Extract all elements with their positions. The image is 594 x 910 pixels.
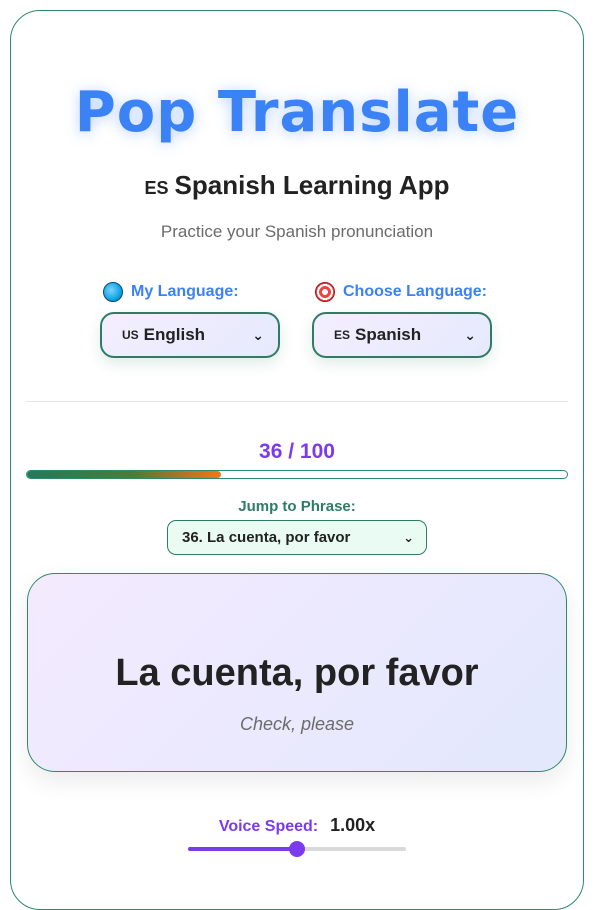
voice-speed-slider[interactable]	[188, 841, 406, 857]
globe-icon	[103, 282, 123, 302]
us-flag-icon: US	[122, 328, 139, 342]
app-subtitle: ES Spanish Learning App	[0, 170, 594, 201]
my-language-select[interactable]: US English ⌄	[100, 312, 280, 358]
divider	[26, 401, 568, 402]
my-language-label-text: My Language:	[131, 283, 239, 300]
jump-to-phrase-value: 36. La cuenta, por favor	[182, 529, 351, 546]
target-icon	[315, 282, 335, 302]
my-language-label: My Language:	[103, 282, 239, 302]
voice-speed-slider-thumb[interactable]	[289, 841, 305, 857]
chevron-down-icon: ⌄	[403, 529, 414, 545]
chevron-down-icon: ⌄	[464, 326, 476, 343]
jump-to-phrase-label: Jump to Phrase:	[238, 498, 356, 515]
spain-flag-icon: ES	[144, 178, 169, 198]
spain-flag-icon: ES	[334, 328, 351, 342]
progress-bar-fill	[27, 471, 222, 478]
jump-to-phrase-select[interactable]: 36. La cuenta, por favor ⌄	[167, 520, 427, 555]
choose-language-label: Choose Language:	[315, 282, 487, 302]
voice-speed-value: 1.00x	[330, 815, 376, 835]
tagline: Practice your Spanish pronunciation	[160, 222, 434, 241]
phrase-text: La cuenta, por favor	[115, 652, 479, 694]
phrase-translation: Check, please	[239, 714, 355, 734]
my-language-value: English	[143, 325, 206, 344]
progress-bar	[26, 470, 568, 479]
subtitle-text: Spanish Learning App	[174, 170, 450, 200]
voice-speed-row: Voice Speed: 1.00x	[0, 815, 594, 836]
choose-language-value: Spanish	[355, 325, 422, 344]
voice-speed-slider-fill	[188, 847, 297, 851]
choose-language-label-text: Choose Language:	[343, 283, 488, 300]
choose-language-select[interactable]: ES Spanish ⌄	[312, 312, 492, 358]
voice-speed-label: Voice Speed:	[218, 818, 319, 835]
app-title: Pop Translate	[74, 80, 520, 145]
chevron-down-icon: ⌄	[252, 326, 264, 343]
progress-counter: 36 / 100	[259, 440, 335, 463]
phrase-card[interactable]: La cuenta, por favor Check, please	[27, 573, 567, 772]
